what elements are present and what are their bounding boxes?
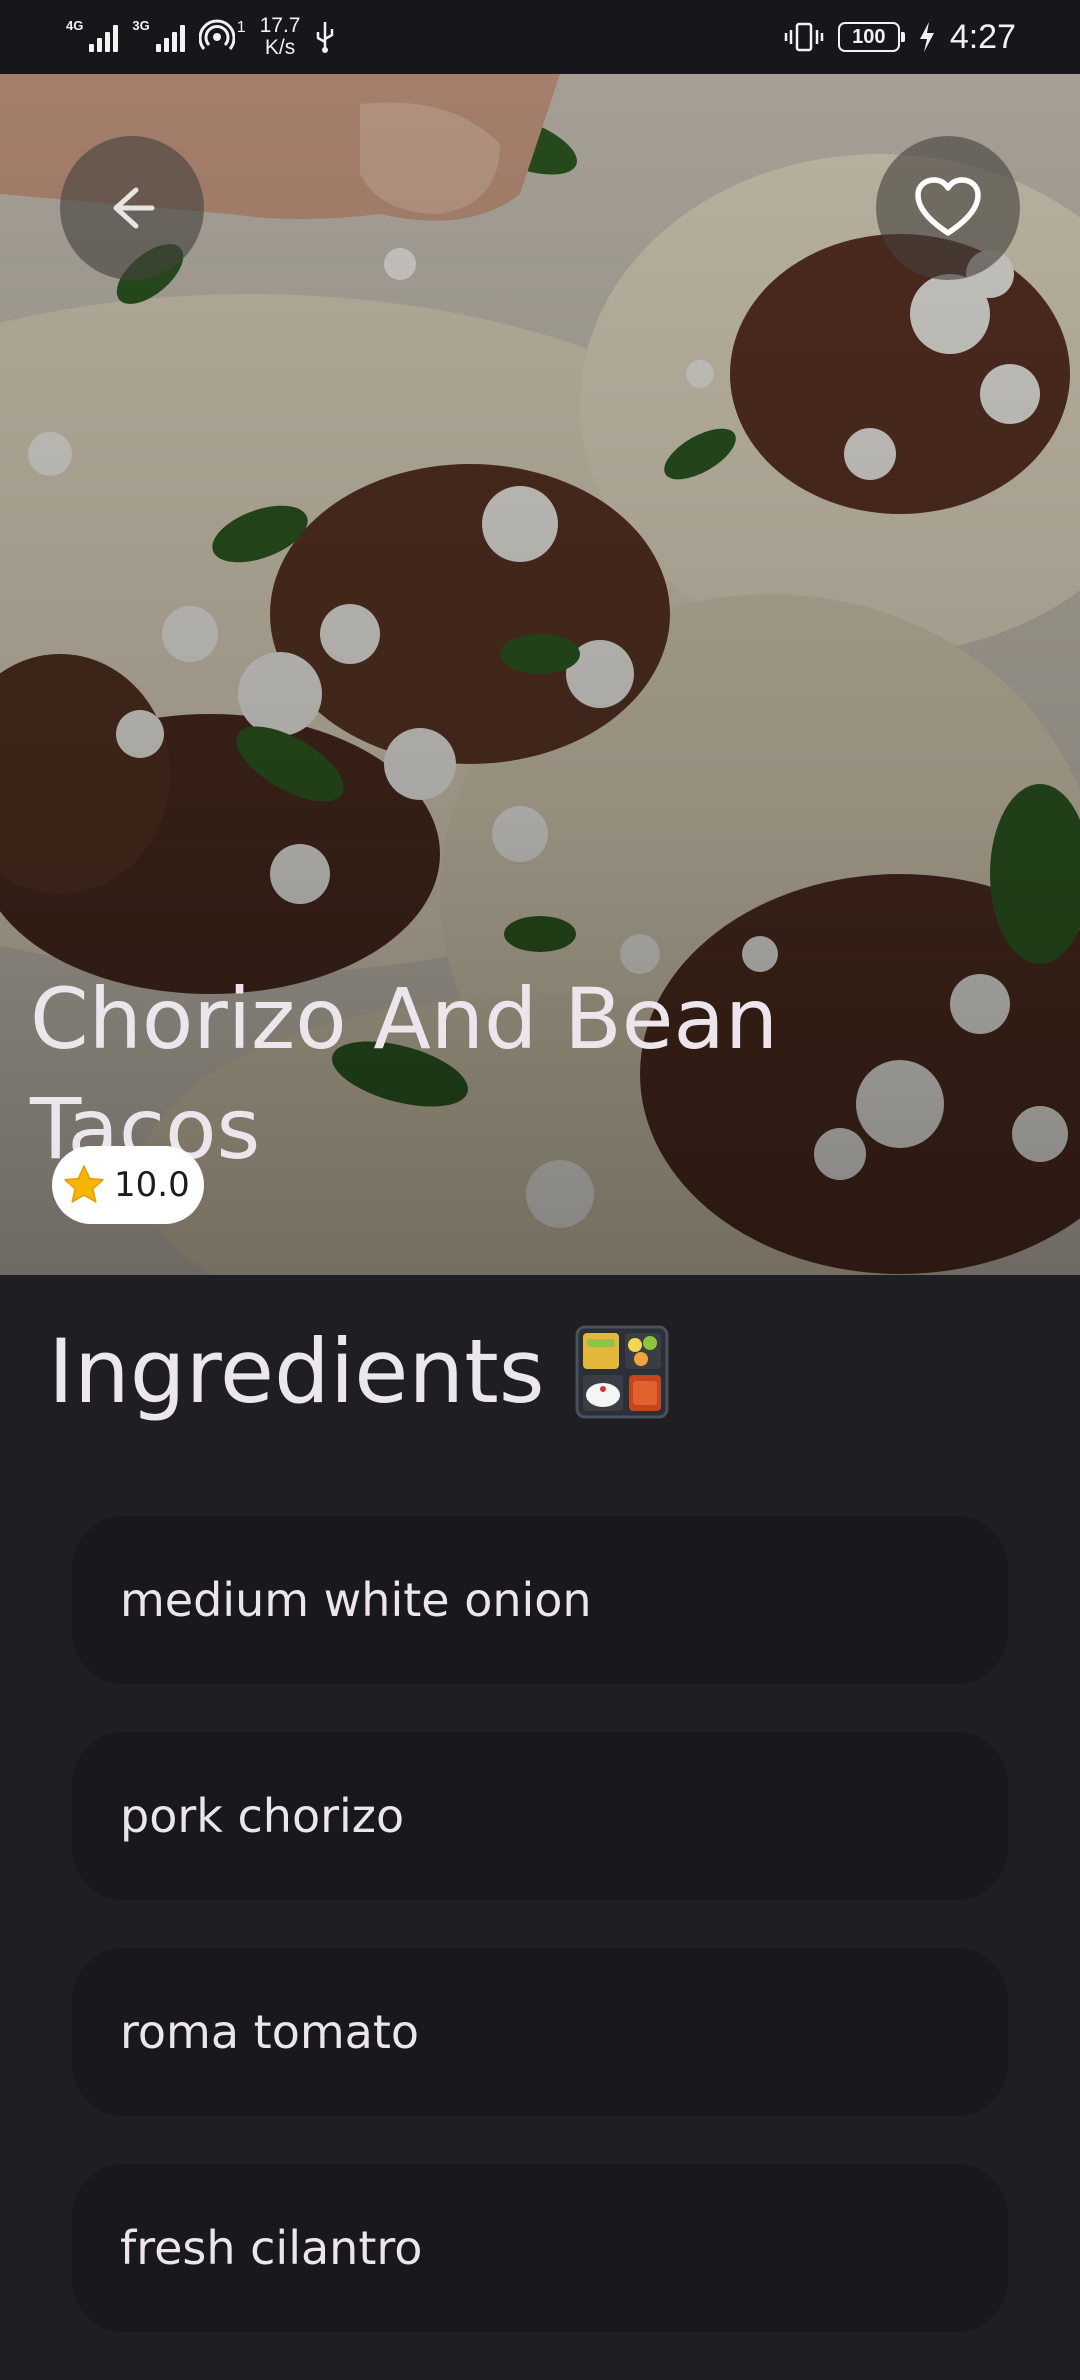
ingredient-label: pork chorizo	[120, 1789, 405, 1843]
battery-icon: 100	[837, 22, 905, 52]
ingredient-label: roma tomato	[120, 2005, 420, 2059]
hotspot-count: 1	[236, 19, 246, 36]
back-button[interactable]	[60, 136, 204, 280]
speed-value: 17.7	[259, 14, 301, 37]
network-type-3g: 3G	[132, 18, 150, 33]
favorite-button[interactable]	[876, 136, 1020, 280]
arrow-left-icon	[113, 187, 155, 229]
status-bar: 4G 3G 1 17.7 K/s 100 4:27	[0, 0, 1080, 74]
ingredient-item[interactable]: pork chorizo	[72, 1732, 1008, 1900]
vibrate-icon	[784, 22, 824, 52]
signal-3g-icon: 3G	[132, 18, 185, 52]
ingredient-item[interactable]: medium white onion	[72, 1516, 1008, 1684]
heart-outline-icon	[915, 177, 981, 236]
signal-4g-icon: 4G	[66, 18, 119, 52]
bento-box-icon	[575, 1325, 669, 1418]
network-speed: 17.7 K/s	[260, 15, 301, 59]
star-icon	[64, 1165, 104, 1203]
ingredient-item[interactable]: roma tomato	[72, 1948, 1008, 2116]
speed-unit: K/s	[264, 36, 296, 59]
ingredients-heading: Ingredients	[48, 1320, 545, 1423]
battery-level: 100	[852, 25, 886, 48]
usb-icon	[317, 22, 334, 53]
ingredient-label: fresh cilantro	[120, 2221, 423, 2275]
ingredients-list: medium white onion pork chorizo roma tom…	[72, 1516, 1008, 2380]
ingredients-header: Ingredients	[48, 1320, 669, 1423]
rating-value: 10.0	[114, 1165, 190, 1205]
status-right: 100 4:27	[784, 18, 1016, 57]
hotspot-icon: 1	[198, 19, 246, 55]
recipe-hero-image: Chorizo And Bean Tacos 10.0	[0, 74, 1080, 1275]
rating-badge: 10.0	[52, 1146, 204, 1224]
status-left: 4G 3G 1 17.7 K/s	[66, 15, 336, 59]
network-type-4g: 4G	[66, 18, 84, 33]
ingredient-label: medium white onion	[120, 1573, 592, 1627]
ingredient-item[interactable]: fresh cilantro	[72, 2164, 1008, 2332]
clock: 4:27	[949, 17, 1016, 56]
charging-icon	[919, 22, 934, 52]
